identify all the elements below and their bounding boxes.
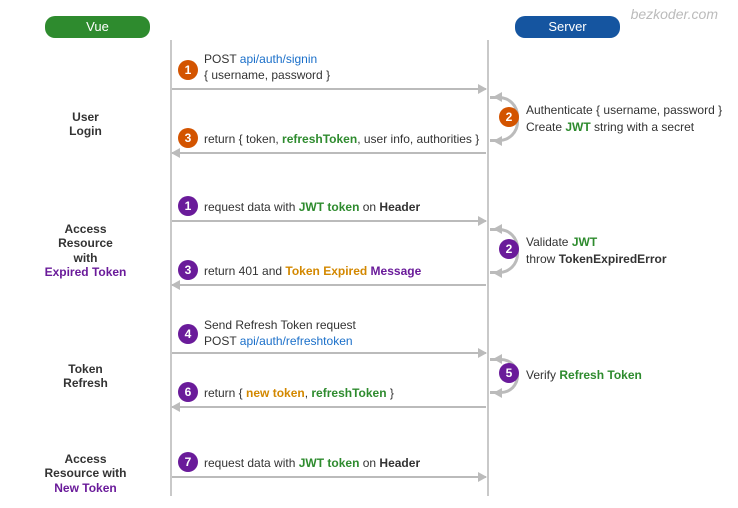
- watermark: bezkoder.com: [631, 6, 718, 22]
- msg-4: Send Refresh Token request POST api/auth…: [204, 318, 356, 349]
- step-7: 7: [178, 452, 198, 472]
- step-2: 2: [499, 107, 519, 127]
- step-e2: 2: [499, 239, 519, 259]
- step-1: 1: [178, 60, 198, 80]
- section-expired: AccessResourcewithExpired Token: [8, 222, 163, 280]
- note-5: Verify Refresh Token: [526, 367, 642, 384]
- msg-e3: return 401 and Token Expired Message: [204, 264, 421, 280]
- arrow-e3: [172, 284, 486, 286]
- msg-1: POST api/auth/signin { username, passwor…: [204, 52, 330, 83]
- vue-header: Vue: [45, 16, 150, 38]
- step-e1: 1: [178, 196, 198, 216]
- arrow-3: [172, 152, 486, 154]
- section-newtoken: AccessResource withNew Token: [8, 452, 163, 495]
- vue-lifeline: [170, 40, 172, 496]
- msg-e1: request data with JWT token on Header: [204, 200, 420, 216]
- step-e3: 3: [178, 260, 198, 280]
- msg-3: return { token, refreshToken, user info,…: [204, 132, 479, 148]
- section-refresh: TokenRefresh: [8, 362, 163, 391]
- server-header: Server: [515, 16, 620, 38]
- arrow-7: [172, 476, 486, 478]
- note-e2: Validate JWT throw TokenExpiredError: [526, 234, 667, 268]
- step-6: 6: [178, 382, 198, 402]
- step-3: 3: [178, 128, 198, 148]
- step-5: 5: [499, 363, 519, 383]
- arrow-6: [172, 406, 486, 408]
- arrow-1: [172, 88, 486, 90]
- section-user-login: UserLogin: [8, 110, 163, 139]
- arrow-e1: [172, 220, 486, 222]
- msg-6: return { new token, refreshToken }: [204, 386, 394, 402]
- step-4: 4: [178, 324, 198, 344]
- arrow-4: [172, 352, 486, 354]
- msg-7: request data with JWT token on Header: [204, 456, 420, 472]
- note-2: Authenticate { username, password } Crea…: [526, 102, 722, 136]
